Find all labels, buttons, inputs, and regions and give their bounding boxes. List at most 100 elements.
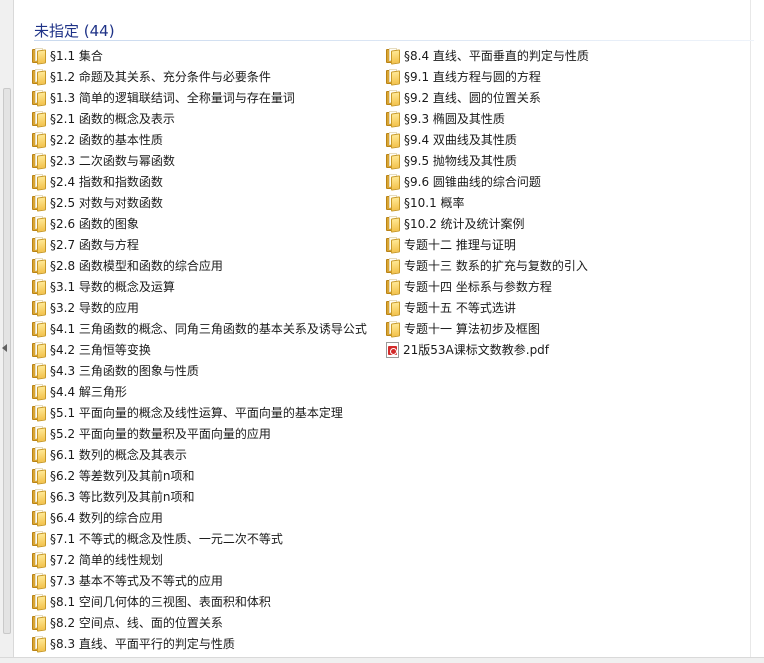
folder-icon [32, 635, 46, 653]
list-item[interactable]: §7.3 基本不等式及不等式的应用 [32, 570, 367, 591]
list-item[interactable]: §2.7 函数与方程 [32, 234, 367, 255]
list-item[interactable]: 专题十五 不等式选讲 [386, 297, 589, 318]
scrollbar-thumb[interactable] [3, 88, 11, 634]
list-item[interactable]: 专题十四 坐标系与参数方程 [386, 276, 589, 297]
item-label: 专题十五 不等式选讲 [404, 301, 516, 315]
list-item[interactable]: §9.1 直线方程与圆的方程 [386, 66, 589, 87]
folder-icon [386, 299, 400, 317]
list-item[interactable]: §9.2 直线、圆的位置关系 [386, 87, 589, 108]
item-label: §4.2 三角恒等变换 [50, 343, 151, 357]
item-label: §7.1 不等式的概念及性质、一元二次不等式 [50, 532, 283, 546]
list-item[interactable]: §4.2 三角恒等变换 [32, 339, 367, 360]
folder-icon [32, 404, 46, 422]
list-item[interactable]: §2.1 函数的概念及表示 [32, 108, 367, 129]
folder-icon [386, 236, 400, 254]
bottom-scrollbar[interactable] [0, 657, 764, 663]
item-label: §9.3 椭圆及其性质 [404, 112, 505, 126]
list-item[interactable]: §2.3 二次函数与幂函数 [32, 150, 367, 171]
list-item[interactable]: §6.4 数列的综合应用 [32, 507, 367, 528]
item-label: §5.2 平面向量的数量积及平面向量的应用 [50, 427, 271, 441]
folder-icon [386, 152, 400, 170]
folder-icon [32, 131, 46, 149]
list-item[interactable]: §3.1 导数的概念及运算 [32, 276, 367, 297]
group-header[interactable]: 未指定 (44) [34, 18, 115, 42]
item-label: §2.6 函数的图象 [50, 217, 139, 231]
item-label: §8.4 直线、平面垂直的判定与性质 [404, 49, 589, 63]
list-item[interactable]: 专题十二 推理与证明 [386, 234, 589, 255]
list-item[interactable]: §7.2 简单的线性规划 [32, 549, 367, 570]
folder-icon [386, 215, 400, 233]
item-label: §5.1 平面向量的概念及线性运算、平面向量的基本定理 [50, 406, 343, 420]
folder-icon [32, 152, 46, 170]
item-label: §8.2 空间点、线、面的位置关系 [50, 616, 223, 630]
list-item[interactable]: §2.6 函数的图象 [32, 213, 367, 234]
item-label: §9.2 直线、圆的位置关系 [404, 91, 541, 105]
list-item[interactable]: §4.4 解三角形 [32, 381, 367, 402]
list-item[interactable]: §2.2 函数的基本性质 [32, 129, 367, 150]
list-item[interactable]: §4.1 三角函数的概念、同角三角函数的基本关系及诱导公式 [32, 318, 367, 339]
item-label: §6.4 数列的综合应用 [50, 511, 163, 525]
item-label: §10.1 概率 [404, 196, 465, 210]
list-item[interactable]: §10.2 统计及统计案例 [386, 213, 589, 234]
folder-icon [32, 572, 46, 590]
list-item[interactable]: §6.1 数列的概念及其表示 [32, 444, 367, 465]
collapse-arrow-icon[interactable] [2, 344, 7, 352]
file-list-column-left: §1.1 集合 §1.2 命题及其关系、充分条件与必要条件 §1.3 简单的逻辑… [32, 45, 367, 654]
item-label: §8.3 直线、平面平行的判定与性质 [50, 637, 235, 651]
list-item[interactable]: §2.8 函数模型和函数的综合应用 [32, 255, 367, 276]
item-label: §9.4 双曲线及其性质 [404, 133, 517, 147]
list-item[interactable]: §4.3 三角函数的图象与性质 [32, 360, 367, 381]
list-item[interactable]: §1.3 简单的逻辑联结词、全称量词与存在量词 [32, 87, 367, 108]
list-item[interactable]: 专题十三 数系的扩充与复数的引入 [386, 255, 589, 276]
folder-icon [32, 278, 46, 296]
item-label: §3.1 导数的概念及运算 [50, 280, 175, 294]
list-item[interactable]: §9.6 圆锥曲线的综合问题 [386, 171, 589, 192]
list-item[interactable]: §6.3 等比数列及其前n项和 [32, 486, 367, 507]
folder-icon [32, 467, 46, 485]
list-item[interactable]: §6.2 等差数列及其前n项和 [32, 465, 367, 486]
item-label: §8.1 空间几何体的三视图、表面积和体积 [50, 595, 271, 609]
list-item[interactable]: §9.5 抛物线及其性质 [386, 150, 589, 171]
list-item[interactable]: §2.5 对数与对数函数 [32, 192, 367, 213]
list-item[interactable]: §5.1 平面向量的概念及线性运算、平面向量的基本定理 [32, 402, 367, 423]
item-label: §9.5 抛物线及其性质 [404, 154, 517, 168]
folder-icon [386, 110, 400, 128]
list-item[interactable]: §1.2 命题及其关系、充分条件与必要条件 [32, 66, 367, 87]
folder-icon [386, 89, 400, 107]
list-item[interactable]: §9.4 双曲线及其性质 [386, 129, 589, 150]
list-item[interactable]: §10.1 概率 [386, 192, 589, 213]
folder-icon [32, 194, 46, 212]
folder-icon [386, 257, 400, 275]
folder-icon [386, 320, 400, 338]
folder-icon [32, 341, 46, 359]
list-item[interactable]: §8.2 空间点、线、面的位置关系 [32, 612, 367, 633]
list-item[interactable]: §8.3 直线、平面平行的判定与性质 [32, 633, 367, 654]
group-title: 未指定 (44) [34, 21, 115, 40]
list-item[interactable]: §1.1 集合 [32, 45, 367, 66]
item-label: §7.2 简单的线性规划 [50, 553, 163, 567]
list-item[interactable]: 专题十一 算法初步及框图 [386, 318, 589, 339]
item-label: §9.6 圆锥曲线的综合问题 [404, 175, 541, 189]
list-item[interactable]: §7.1 不等式的概念及性质、一元二次不等式 [32, 528, 367, 549]
item-label: 21版53A课标文数教参.pdf [403, 343, 550, 357]
list-item[interactable]: §3.2 导数的应用 [32, 297, 367, 318]
folder-icon [32, 257, 46, 275]
list-item[interactable]: §8.1 空间几何体的三视图、表面积和体积 [32, 591, 367, 612]
item-label: §2.4 指数和指数函数 [50, 175, 163, 189]
navigation-pane-scrollbar[interactable] [0, 0, 14, 663]
folder-icon [32, 551, 46, 569]
group-divider [34, 40, 754, 41]
item-label: §2.2 函数的基本性质 [50, 133, 163, 147]
item-label: §2.5 对数与对数函数 [50, 196, 163, 210]
list-item[interactable]: §2.4 指数和指数函数 [32, 171, 367, 192]
list-item[interactable]: 21版53A课标文数教参.pdf [386, 339, 589, 360]
file-list-column-right: §8.4 直线、平面垂直的判定与性质 §9.1 直线方程与圆的方程 §9.2 直… [386, 45, 589, 360]
list-item[interactable]: §5.2 平面向量的数量积及平面向量的应用 [32, 423, 367, 444]
folder-icon [32, 488, 46, 506]
item-label: §1.1 集合 [50, 49, 103, 63]
folder-icon [386, 47, 400, 65]
folder-icon [32, 383, 46, 401]
item-label: 专题十三 数系的扩充与复数的引入 [404, 259, 588, 273]
list-item[interactable]: §9.3 椭圆及其性质 [386, 108, 589, 129]
list-item[interactable]: §8.4 直线、平面垂直的判定与性质 [386, 45, 589, 66]
